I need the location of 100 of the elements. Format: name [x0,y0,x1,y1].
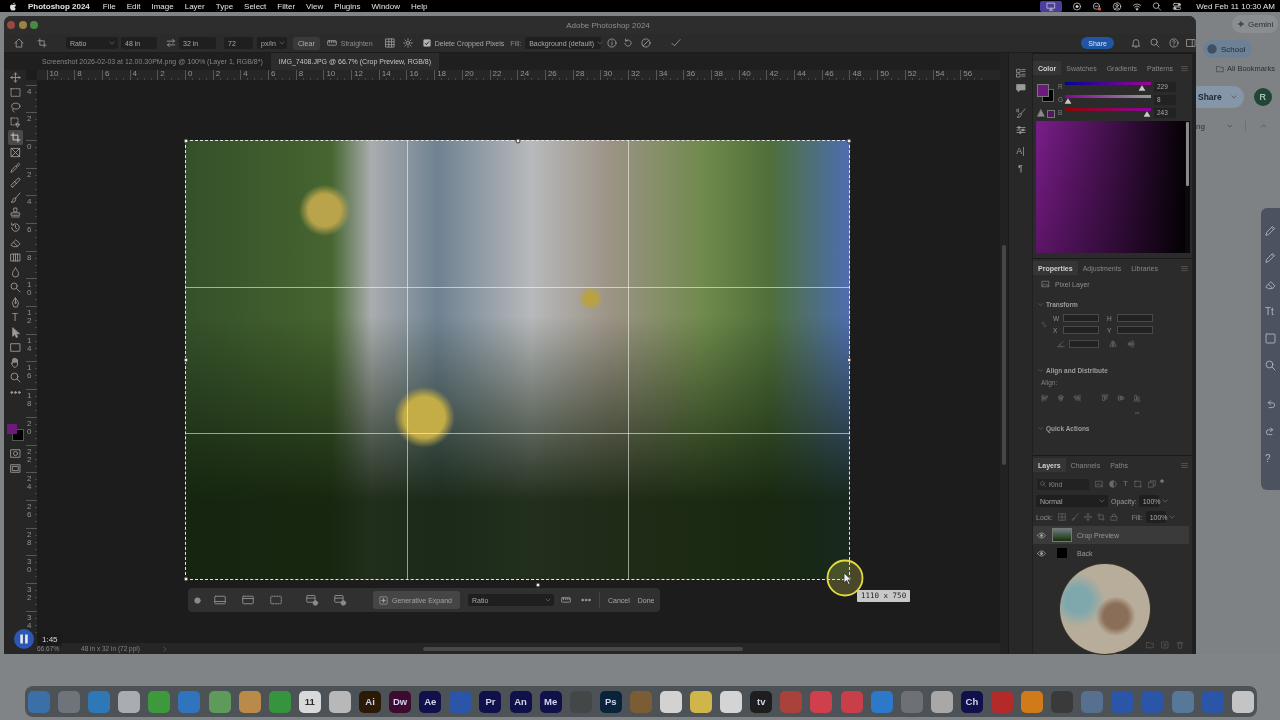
menu-item[interactable]: Window [371,1,400,11]
lock-position-icon[interactable] [1083,513,1092,521]
circle-icon[interactable] [194,596,201,604]
grid-overlay-icon[interactable] [384,38,395,48]
minimize-button[interactable] [18,21,27,29]
cancel-icon[interactable] [641,38,652,48]
rectangle-tool-icon[interactable] [7,340,23,355]
app-icon[interactable] [328,690,351,713]
panel-menu-icon[interactable] [1181,461,1188,469]
info-icon[interactable] [607,38,618,48]
app-name-menu[interactable]: Photoshop 2024 [28,1,90,11]
crop-handle-icon[interactable] [515,138,520,144]
app-icon[interactable] [690,690,713,713]
app-icon[interactable] [118,690,141,713]
brush-settings-icon[interactable] [1015,108,1026,118]
align-top-icon[interactable] [1101,394,1109,402]
checkmark-icon[interactable] [671,38,682,48]
dashed-layout-icon[interactable] [269,594,283,606]
palette-glyph-button[interactable]: ? [1265,453,1271,464]
wifi-icon[interactable] [1132,1,1143,11]
dock-app-button[interactable]: Ae [419,690,442,713]
screen-mode-icon[interactable] [7,461,23,476]
search-icon[interactable] [1150,38,1160,48]
align-left-icon[interactable] [1041,394,1049,402]
eye-icon[interactable] [1037,530,1046,540]
flip-vertical-icon[interactable] [1127,340,1135,348]
target-icon[interactable] [1072,1,1083,11]
dock-app-button[interactable]: Ps [599,690,622,713]
crop-handle-icon[interactable] [183,357,189,363]
history-panel-icon[interactable] [1015,68,1026,78]
help-icon[interactable] [1169,38,1179,48]
shape-filter-icon[interactable] [1133,480,1142,488]
caret-icon[interactable] [1161,498,1168,504]
foreground-swatch-icon[interactable] [1038,85,1048,96]
bell-icon[interactable] [1131,38,1141,48]
smart-object-filter-icon[interactable] [1147,480,1156,488]
app-icon[interactable] [720,690,743,713]
dock-app-button[interactable]: 11 [298,690,321,713]
speech-bubble-icon[interactable] [1015,83,1026,93]
dock-app-button[interactable]: Ch [960,690,983,713]
align-right-icon[interactable] [1073,394,1081,402]
sliders-icon[interactable] [1015,125,1026,135]
object-select-tool-icon[interactable] [7,115,23,130]
color-spectrum-ramp[interactable] [1036,121,1185,253]
menu-item[interactable]: Type [215,1,234,11]
profile-avatar[interactable]: R [1253,88,1272,106]
marquee-tool-icon[interactable] [7,85,23,100]
scrollbar-thumb[interactable] [1186,122,1189,186]
menu-item[interactable]: Filter [277,1,296,11]
pencil-icon[interactable] [1265,252,1276,263]
panel-glyph-button[interactable]: A| [1016,146,1025,157]
slider-thumb[interactable] [1143,111,1151,117]
filter-toggle-icon[interactable] [1159,479,1164,483]
clock-text[interactable]: Wed Feb 11 10:30 AM [1196,1,1275,11]
app-icon[interactable] [659,690,682,713]
dock-app-button[interactable]: Dw [389,690,412,713]
align-bottom-icon[interactable] [1133,394,1141,402]
dock-app-button[interactable]: tv [750,690,773,713]
crop-tool-icon[interactable] [37,38,47,48]
color-slider-track[interactable] [1065,95,1151,104]
warning-triangle-icon[interactable] [1037,109,1045,117]
slider-thumb[interactable] [1138,85,1146,91]
panel-glyph-button[interactable]: ¶ [1018,163,1023,174]
angle-field[interactable] [1069,340,1099,348]
menu-item[interactable]: Image [151,1,174,11]
dropdown-button[interactable]: ng [1196,121,1233,131]
eye-icon[interactable] [1037,548,1046,558]
gamut-swatch-icon[interactable] [1047,110,1055,118]
gemini-button[interactable]: Gemini [1232,15,1279,33]
image-filter-icon[interactable] [1095,480,1103,488]
crop-handle-icon[interactable] [183,138,189,144]
slider-thumb[interactable] [1064,98,1072,104]
apple-logo-icon[interactable] [9,1,17,11]
swap-arrows-icon[interactable] [166,38,176,48]
menu-item[interactable]: Edit [126,1,141,11]
menu-item[interactable]: Help [411,1,428,11]
menu-item[interactable]: Plugins [334,1,361,11]
toggles-icon[interactable] [1172,1,1183,11]
gradient-tool-icon[interactable] [7,250,23,265]
dock-app-button[interactable]: Me [539,690,562,713]
lock-paint-icon[interactable] [1070,513,1079,521]
settings-icon[interactable] [402,38,413,48]
eyedropper-tool-icon[interactable] [7,160,23,175]
maximize-button[interactable] [30,21,38,29]
caret-icon[interactable] [1168,514,1175,520]
search-icon[interactable] [1152,1,1163,11]
zoom-icon[interactable] [1265,360,1276,371]
crop-tool-icon[interactable] [7,130,23,145]
palette-glyph-button[interactable]: Tt [1265,306,1274,317]
chevron-right-icon[interactable] [161,645,168,652]
dock-app-button[interactable]: Ai [359,690,382,713]
dodge-tool-icon[interactable] [7,280,23,295]
crop-handle-icon[interactable] [846,138,852,144]
menu-item[interactable]: Select [244,1,267,11]
app-icon[interactable] [1021,690,1044,713]
background-swatch-icon[interactable] [13,430,23,440]
app-icon[interactable] [208,690,231,713]
foreground-swatch-icon[interactable] [7,424,17,434]
eraser-icon[interactable] [1265,279,1276,290]
user-icon[interactable] [1112,1,1123,11]
